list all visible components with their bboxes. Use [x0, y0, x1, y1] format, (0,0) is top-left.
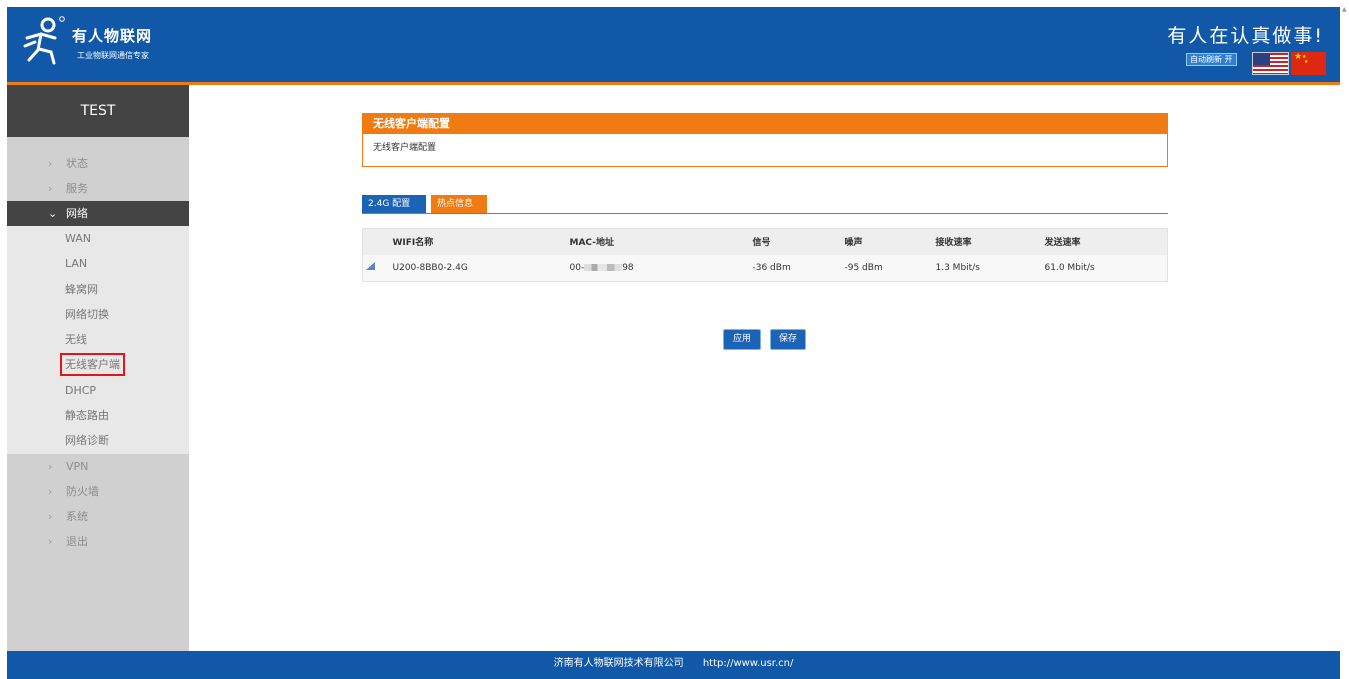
sidebar-item-label: VPN [66, 459, 89, 473]
mac-cell: 00- 98 [569, 254, 753, 282]
config-panel: 无线客户端配置 无线客户端配置 [362, 113, 1168, 167]
noise-cell: -95 dBm [844, 254, 936, 282]
slogan: 有人在认真做事! [1167, 25, 1324, 47]
company-name: 济南有人物联网技术有限公司 [553, 658, 684, 669]
submenu-item-cellular[interactable]: 蜂窝网 [7, 277, 189, 302]
signal-cell: -36 dBm [752, 254, 845, 282]
selected-item-highlight: 无线客户端 [60, 353, 125, 377]
website-link[interactable]: http://www.usr.cn/ [703, 658, 794, 669]
tab-24g-config[interactable]: 2.4G 配置 [362, 195, 426, 213]
redacted-mac [584, 263, 623, 271]
submenu-item-lan[interactable]: LAN [7, 251, 189, 276]
submenu-item-wireless-client[interactable]: 无线客户端 [7, 352, 189, 377]
sidebar-item-label: 退出 [66, 534, 88, 548]
sidebar-item-label: 系统 [66, 509, 88, 523]
chevron-right-icon: › [48, 182, 53, 195]
logo-subtitle: 工业物联网通信专家 [77, 51, 149, 60]
tab-hotspot-info[interactable]: 热点信息 [431, 195, 487, 213]
column-header: 信号 [752, 228, 845, 255]
chevron-right-icon: › [48, 459, 53, 473]
english-flag-icon[interactable] [1252, 52, 1289, 75]
rx-rate-cell: 1.3 Mbit/s [935, 254, 1045, 282]
sidebar-nav: › 状态 › 服务 ⌄ 网络 WAN LAN 蜂窝网 网络切换 无线 无线客户端… [7, 151, 189, 554]
chevron-right-icon: › [48, 157, 53, 170]
panel-title: 无线客户端配置 [363, 114, 1167, 134]
submenu-item-dhcp[interactable]: DHCP [7, 378, 189, 403]
chevron-right-icon: › [48, 534, 53, 548]
sidebar-item-label: 状态 [66, 157, 88, 170]
wifi-name-cell: U200-8BB0-2.4G [392, 254, 570, 282]
device-name: TEST [7, 85, 189, 137]
submenu-item-wan[interactable]: WAN [7, 226, 189, 251]
app-window: 有人物联网 工业物联网通信专家 有人在认真做事! 自动刷新 开 ★ ★ ★ TE… [7, 7, 1340, 679]
submenu-item-static-route[interactable]: 静态路由 [7, 403, 189, 428]
sidebar-item-logout[interactable]: › 退出 [7, 529, 189, 554]
table-row[interactable]: U200-8BB0-2.4G 00- 98 -36 dBm -95 dBm 1.3… [362, 254, 1168, 282]
footer: 济南有人物联网技术有限公司 http://www.usr.cn/ [7, 651, 1340, 679]
header-accent-strip [7, 82, 1340, 85]
submenu-item-network-switch[interactable]: 网络切换 [7, 302, 189, 327]
table-header-row: WIFI名称 MAC-地址 信号 噪声 接收速率 发送速率 [362, 228, 1168, 255]
column-header: 接收速率 [935, 228, 1045, 255]
network-submenu: WAN LAN 蜂窝网 网络切换 无线 无线客户端 DHCP 静态路由 网络诊断 [7, 226, 189, 454]
sidebar-item-services[interactable]: › 服务 [7, 176, 189, 201]
sidebar-item-status[interactable]: › 状态 [7, 151, 189, 176]
apply-button[interactable]: 应用 [723, 329, 761, 350]
sidebar-item-system[interactable]: › 系统 [7, 504, 189, 529]
chevron-down-icon: ⌄ [48, 207, 58, 220]
panel-description: 无线客户端配置 [373, 143, 437, 153]
sidebar-item-vpn[interactable]: › VPN [7, 454, 189, 479]
sidebar: TEST › 状态 › 服务 ⌄ 网络 WAN LAN 蜂窝网 网络切换 无线 … [7, 85, 189, 651]
submenu-item-wireless[interactable]: 无线 [7, 327, 189, 352]
chinese-flag-icon[interactable]: ★ ★ ★ [1291, 52, 1326, 75]
logo[interactable]: 有人物联网 工业物联网通信专家 [21, 16, 181, 66]
sidebar-item-firewall[interactable]: › 防火墙 [7, 479, 189, 504]
auto-refresh-toggle[interactable]: 自动刷新 开 [1186, 53, 1237, 66]
sidebar-item-label: 网络 [66, 207, 88, 220]
submenu-item-diagnostics[interactable]: 网络诊断 [7, 428, 189, 453]
sidebar-item-label: 服务 [66, 182, 88, 195]
scroll-up-icon[interactable]: ▲ [1342, 6, 1347, 13]
hotspot-table: WIFI名称 MAC-地址 信号 噪声 接收速率 发送速率 U200-8BB0-… [362, 228, 1168, 282]
header-bar: 有人物联网 工业物联网通信专家 有人在认真做事! 自动刷新 开 ★ ★ ★ [7, 7, 1340, 82]
logo-title: 有人物联网 [72, 27, 153, 45]
tx-rate-cell: 61.0 Mbit/s [1044, 254, 1168, 282]
tab-bar: 2.4G 配置 热点信息 [362, 195, 1168, 214]
chevron-right-icon: › [48, 484, 53, 498]
column-header: 发送速率 [1044, 228, 1168, 255]
column-header: 噪声 [844, 228, 936, 255]
logo-person-icon [23, 16, 65, 65]
column-header: WIFI名称 [392, 228, 570, 255]
save-button[interactable]: 保存 [770, 329, 806, 350]
sidebar-item-label: 防火墙 [66, 484, 99, 498]
chevron-right-icon: › [48, 509, 53, 523]
sidebar-item-network[interactable]: ⌄ 网络 [7, 201, 189, 226]
wifi-signal-icon [366, 262, 375, 271]
column-header: MAC-地址 [569, 228, 753, 255]
